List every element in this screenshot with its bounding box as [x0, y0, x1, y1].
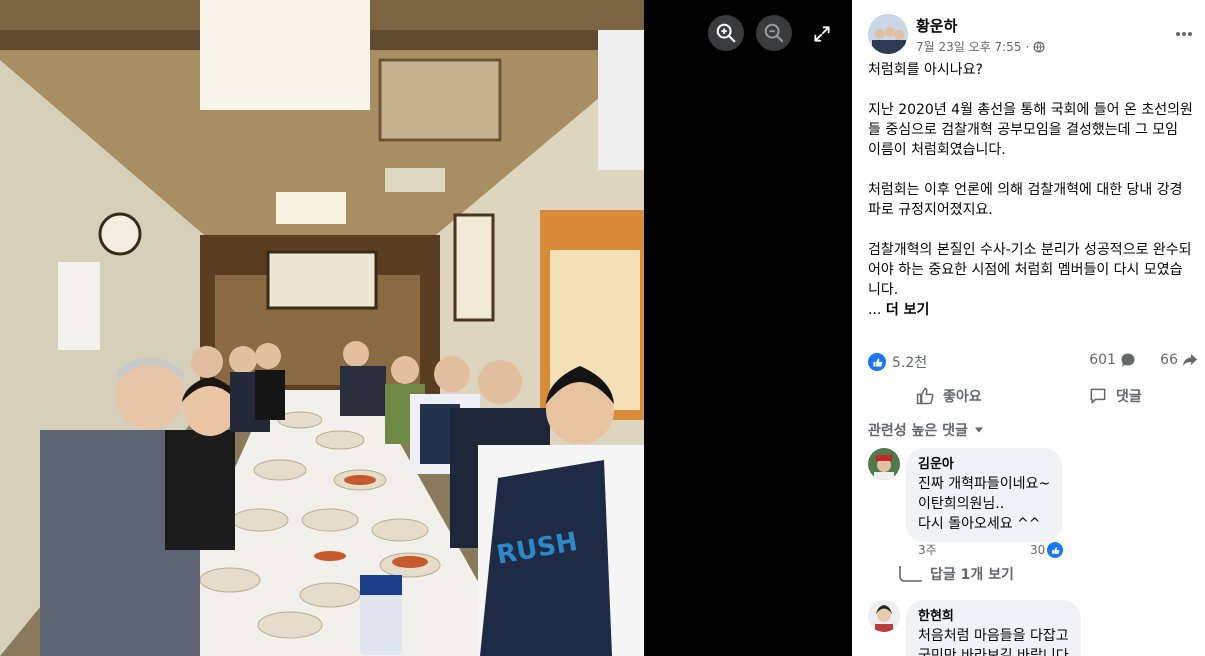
comment-bubble: 김운아 진짜 개혁파들이네요~ 이탄희의원님.. 다시 돌아오세요 ^^	[906, 448, 1063, 542]
comment-sort-label: 관련성 높은 댓글	[868, 423, 968, 439]
more-dots-icon	[1176, 32, 1192, 36]
post-paragraph: 지난 2020년 4월 총선을 통해 국회에 들어 온 초선의원들 중심으로 검…	[868, 102, 1193, 158]
like-count-text: 5.2천	[892, 355, 928, 371]
comment-like-count[interactable]: 30	[1030, 542, 1064, 558]
reply-connector-icon	[899, 566, 922, 582]
post-text: 처럼회를 아시나요? 지난 2020년 4월 총선을 통해 국회에 들어 온 초…	[868, 60, 1194, 320]
photo-viewer: RUSH	[0, 0, 852, 656]
post-side-panel: 황운하 7월 23일 오후 7:55 · 처럼회를 아시나요? 지난 2020년…	[852, 0, 1205, 656]
dot-separator: ·	[1025, 39, 1030, 54]
comment-time[interactable]: 3주	[918, 541, 937, 558]
comment-sort-dropdown[interactable]: 관련성 높은 댓글	[868, 420, 984, 440]
post-header: 황운하 7월 23일 오후 7:55 ·	[868, 14, 1198, 58]
comment-text: 처음처럼 마음들을 다잡고 국민만 바라보길 바랍니다	[918, 628, 1069, 656]
commenter-name[interactable]: 한현희	[918, 608, 1069, 626]
comment-like-count-text: 30	[1030, 543, 1046, 557]
comment-item: 김운아 진짜 개혁파들이네요~ 이탄희의원님.. 다시 돌아오세요 ^^ 3주 …	[868, 448, 1198, 568]
comment-button-label: 댓글	[1116, 389, 1142, 405]
fullscreen-icon	[814, 26, 830, 42]
view-replies-label: 답글 1개 보기	[930, 567, 1014, 583]
comment-bubble-icon	[1121, 353, 1135, 367]
commenter-name[interactable]: 김운아	[918, 456, 1050, 474]
post-paragraph: 처럼회를 아시나요?	[868, 62, 983, 78]
reaction-stats: 5.2천 601 66	[868, 352, 1198, 374]
comment-button[interactable]: 댓글	[1088, 380, 1142, 412]
zoom-in-icon	[716, 23, 736, 43]
comment-bubble: 한현희 처음처럼 마음들을 다잡고 국민만 바라보길 바랍니다	[906, 600, 1081, 656]
restaurant-group-photo: RUSH	[0, 0, 644, 656]
globe-icon	[1033, 41, 1045, 52]
like-count[interactable]: 5.2천	[868, 352, 927, 372]
comment-item: 한현희 처음처럼 마음들을 다잡고 국민만 바라보길 바랍니다	[868, 600, 1198, 656]
author-name[interactable]: 황운하	[916, 15, 957, 36]
comment-count-text: 601	[1089, 352, 1116, 368]
comment-text: 진짜 개혁파들이네요~ 이탄희의원님.. 다시 돌아오세요 ^^	[918, 476, 1051, 532]
see-more-link[interactable]: 더 보기	[886, 302, 930, 318]
fullscreen-button[interactable]	[808, 20, 836, 48]
post-meta: 7월 23일 오후 7:55 ·	[916, 38, 1045, 55]
post-paragraph: 검찰개혁의 본질인 수사-기소 분리가 성공적으로 완수되어야 하는 중요한 시…	[868, 242, 1192, 298]
zoom-out-icon	[764, 23, 784, 43]
post-date[interactable]: 7월 23일 오후 7:55	[916, 38, 1021, 55]
share-count[interactable]: 66	[1160, 352, 1198, 368]
more-options-button[interactable]	[1170, 22, 1198, 46]
zoom-in-button[interactable]	[708, 15, 744, 51]
caret-down-icon	[974, 427, 983, 433]
zoom-out-button[interactable]	[756, 15, 792, 51]
ellipsis: ...	[868, 302, 882, 318]
post-actions: 좋아요 댓글	[868, 380, 1198, 412]
like-button[interactable]: 좋아요	[915, 380, 982, 412]
see-more-row: ... 더 보기	[868, 300, 1194, 320]
comment-icon	[1090, 388, 1106, 404]
commenter-avatar[interactable]	[868, 448, 900, 480]
like-reaction-icon	[868, 353, 886, 371]
share-arrow-icon	[1183, 354, 1197, 366]
post-photo: RUSH	[0, 0, 644, 656]
comment-count[interactable]: 601	[1089, 352, 1136, 368]
like-button-label: 좋아요	[943, 389, 982, 405]
author-avatar[interactable]	[868, 14, 908, 54]
share-count-text: 66	[1160, 352, 1178, 368]
thumbs-up-icon	[916, 387, 934, 405]
post-paragraph: 처럼회는 이후 언론에 의해 검찰개혁에 대한 당내 강경파로 규정지어졌지요.	[868, 182, 1183, 218]
like-reaction-icon	[1047, 542, 1064, 558]
view-replies-link[interactable]: 답글 1개 보기	[898, 564, 1014, 584]
commenter-avatar[interactable]	[868, 600, 900, 632]
